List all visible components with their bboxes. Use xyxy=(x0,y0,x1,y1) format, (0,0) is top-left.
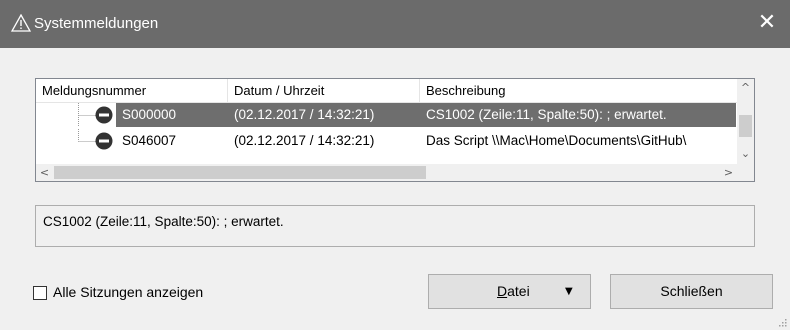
vertical-scroll-thumb[interactable] xyxy=(739,115,752,137)
row-message-number: S000000 xyxy=(122,107,177,122)
warning-triangle-icon xyxy=(11,14,31,32)
horizontal-scroll-thumb[interactable] xyxy=(54,166,426,179)
file-button[interactable]: Datei ▼ xyxy=(428,274,591,309)
horizontal-scrollbar[interactable]: < > xyxy=(36,164,754,181)
message-detail-box: CS1002 (Zeile:11, Spalte:50): ; erwartet… xyxy=(35,205,755,247)
row-description: Das Script \\Mac\Home\Documents\GitHub\ xyxy=(426,133,687,148)
list-row-selected[interactable]: S000000 (02.12.2017 / 14:32:21) CS1002 (… xyxy=(36,103,736,127)
chevron-down-icon[interactable]: ▼ xyxy=(565,275,573,308)
messages-list[interactable]: Meldungsnummer Datum / Uhrzeit Beschreib… xyxy=(35,78,755,182)
list-row[interactable]: S046007 (02.12.2017 / 14:32:21) Das Scri… xyxy=(36,129,736,153)
close-button[interactable]: Schließen xyxy=(610,274,773,309)
scroll-down-icon[interactable]: ⌄ xyxy=(737,145,754,162)
row-description: CS1002 (Zeile:11, Spalte:50): ; erwartet… xyxy=(426,107,667,122)
row-date-time: (02.12.2017 / 14:32:21) xyxy=(234,133,375,148)
vertical-scrollbar[interactable]: ^ ⌄ xyxy=(737,79,754,164)
row-message-number: S046007 xyxy=(122,133,177,148)
list-rows: S000000 (02.12.2017 / 14:32:21) CS1002 (… xyxy=(36,103,736,155)
column-header-date-time[interactable]: Datum / Uhrzeit xyxy=(228,79,420,103)
show-all-sessions-label[interactable]: Alle Sitzungen anzeigen xyxy=(53,284,203,300)
error-icon xyxy=(95,106,113,124)
list-header: Meldungsnummer Datum / Uhrzeit Beschreib… xyxy=(36,79,754,103)
title-bar: Systemmeldungen ✕ xyxy=(0,0,790,48)
column-header-message-number[interactable]: Meldungsnummer xyxy=(36,79,228,103)
checkbox-box[interactable] xyxy=(33,286,47,300)
scroll-right-icon[interactable]: > xyxy=(720,164,737,181)
window-title: Systemmeldungen xyxy=(34,15,159,32)
scroll-left-icon[interactable]: < xyxy=(36,164,53,181)
close-icon[interactable]: ✕ xyxy=(744,0,790,48)
message-detail-text: CS1002 (Zeile:11, Spalte:50): ; erwartet… xyxy=(43,214,284,229)
column-header-description[interactable]: Beschreibung xyxy=(420,79,754,103)
error-icon xyxy=(95,132,113,150)
resize-grip-icon[interactable] xyxy=(777,317,787,327)
scroll-up-icon[interactable]: ^ xyxy=(737,79,754,96)
file-button-label: Datei xyxy=(497,283,530,299)
row-date-time: (02.12.2017 / 14:32:21) xyxy=(234,107,375,122)
